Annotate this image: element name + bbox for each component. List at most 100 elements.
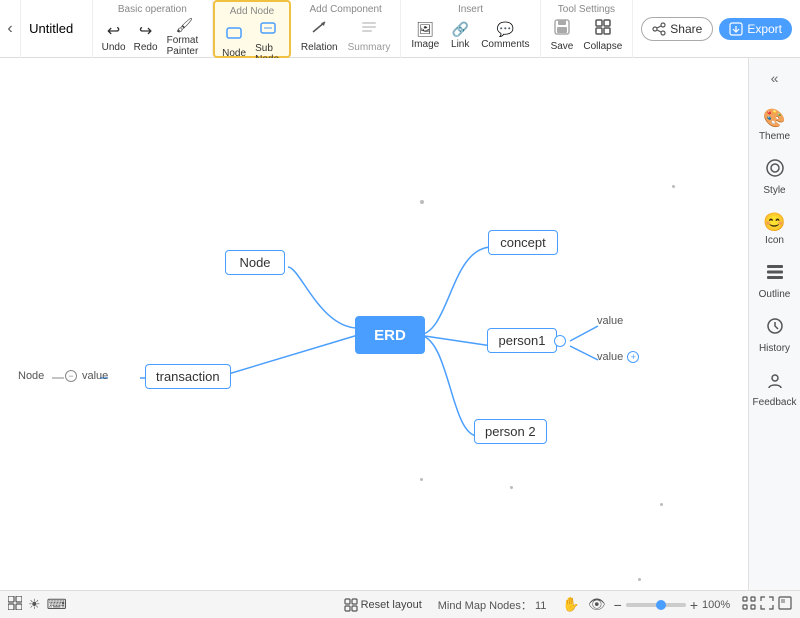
dot4 <box>510 486 513 489</box>
node1-node[interactable]: Node <box>225 250 285 275</box>
zoom-thumb <box>656 600 666 610</box>
image-button[interactable]: 🖼 Image <box>407 19 443 52</box>
eye-icon[interactable]: 👁 <box>588 596 606 613</box>
zoom-out-button[interactable]: − <box>614 597 622 613</box>
zoom-slider[interactable] <box>626 603 686 607</box>
reset-layout-label: Reset layout <box>361 599 422 611</box>
format-painter-button[interactable]: 🖌 Format Painter <box>163 15 207 59</box>
sidebar-item-style[interactable]: Style <box>753 152 797 202</box>
dot2 <box>672 185 675 188</box>
main-area: ERD concept Node person1 person 2 transa… <box>0 58 800 590</box>
add-component-group: Add Component Relation Summary <box>291 0 402 58</box>
node-small-label: Node <box>18 370 44 382</box>
sun-icon[interactable]: ☀ <box>28 596 41 613</box>
share-export-area: Share Export <box>633 17 800 41</box>
zoom-in-button[interactable]: + <box>690 597 698 613</box>
dot1 <box>420 200 424 204</box>
right-sidebar: « 🎨 Theme Style 😊 Icon Outline History <box>748 58 800 590</box>
value-small-label: value <box>82 370 108 382</box>
hand-icon[interactable]: ✋ <box>562 596 579 613</box>
summary-button[interactable]: Summary <box>344 16 395 55</box>
redo-icon: ↪ <box>139 21 152 41</box>
add-component-label: Add Component <box>310 4 382 15</box>
format-painter-label: Format Painter <box>167 35 203 57</box>
history-label: History <box>759 343 790 354</box>
document-title: Untitled <box>21 0 92 58</box>
dot3 <box>420 478 423 481</box>
image-icon: 🖼 <box>416 21 434 38</box>
transaction-label: transaction <box>156 369 220 384</box>
map-nodes-label: Mind Map Nodes： <box>438 600 532 612</box>
person2-node[interactable]: person 2 <box>474 419 547 444</box>
comments-icon: 💬 <box>497 21 514 38</box>
node-icon <box>225 24 243 47</box>
relation-button[interactable]: Relation <box>297 16 342 55</box>
transaction-node[interactable]: transaction <box>145 364 231 389</box>
share-icon <box>652 22 666 36</box>
node-button[interactable]: Node <box>219 22 249 61</box>
collapse-label: Collapse <box>583 41 622 52</box>
theme-icon: 🎨 <box>763 108 785 129</box>
node-count: 11 <box>535 600 546 612</box>
icon-sidebar-icon: 😊 <box>763 212 785 233</box>
reset-layout-icon <box>344 598 358 612</box>
collapse-icon <box>595 19 611 40</box>
redo-button[interactable]: ↪ Redo <box>131 19 161 55</box>
canvas[interactable]: ERD concept Node person1 person 2 transa… <box>0 58 748 590</box>
undo-button[interactable]: ↩ Undo <box>99 19 129 55</box>
value1-node: value <box>597 315 623 327</box>
summary-label: Summary <box>348 42 391 53</box>
keyboard-icon[interactable]: ⌨ <box>47 596 67 613</box>
basic-operation-group: Basic operation ↩ Undo ↪ Redo 🖌 Format P… <box>93 0 214 58</box>
insert-label: Insert <box>458 4 483 15</box>
zoom-level-label: 100% <box>702 599 734 611</box>
undo-label: Undo <box>102 42 126 53</box>
basic-operation-label: Basic operation <box>118 4 187 15</box>
sub-node-icon <box>259 19 277 42</box>
value2-node: value + <box>597 351 639 363</box>
link-icon: 🔗 <box>451 21 468 38</box>
sidebar-collapse-button[interactable]: « <box>759 66 791 90</box>
erd-node[interactable]: ERD <box>355 316 425 354</box>
history-icon <box>765 316 785 341</box>
person2-label: person 2 <box>485 424 536 439</box>
sidebar-item-theme[interactable]: 🎨 Theme <box>753 102 797 148</box>
sidebar-item-icon[interactable]: 😊 Icon <box>753 206 797 252</box>
save-label: Save <box>551 41 574 52</box>
fullscreen-button[interactable] <box>760 596 774 613</box>
concept-node[interactable]: concept <box>488 230 558 255</box>
bottom-left-icons: ☀ ⌨ <box>8 596 67 613</box>
grid-icon[interactable] <box>8 596 22 613</box>
comments-button[interactable]: 💬 Comments <box>477 19 533 52</box>
sidebar-item-feedback[interactable]: Feedback <box>753 364 797 414</box>
collapse-button[interactable]: Collapse <box>579 17 626 54</box>
minimap-button[interactable] <box>778 596 792 613</box>
sidebar-item-outline[interactable]: Outline <box>753 256 797 306</box>
entity-connector-right <box>554 335 566 347</box>
summary-icon <box>360 18 378 41</box>
outline-icon <box>765 262 785 287</box>
add-node-label: Add Node <box>230 6 274 17</box>
insert-group: Insert 🖼 Image 🔗 Link 💬 Comments <box>401 0 540 58</box>
save-icon <box>554 19 570 40</box>
view-buttons <box>742 596 792 613</box>
image-label: Image <box>411 39 439 50</box>
export-button[interactable]: Export <box>719 18 792 40</box>
concept-label: concept <box>500 235 546 250</box>
undo-icon: ↩ <box>107 21 120 41</box>
link-button[interactable]: 🔗 Link <box>445 19 475 52</box>
zoom-controls: − + 100% <box>614 597 734 613</box>
add-value-icon[interactable]: + <box>627 351 639 363</box>
fit-view-button[interactable] <box>742 596 756 613</box>
save-button[interactable]: Save <box>547 17 578 54</box>
back-button[interactable]: ‹ <box>0 0 21 58</box>
share-button[interactable]: Share <box>641 17 713 41</box>
reset-layout-button[interactable]: Reset layout <box>344 598 422 612</box>
format-painter-icon: 🖌 <box>175 17 193 34</box>
person1-node[interactable]: person1 <box>487 328 557 353</box>
feedback-icon <box>765 370 785 395</box>
feedback-label: Feedback <box>753 397 797 408</box>
outline-label: Outline <box>759 289 791 300</box>
sidebar-item-history[interactable]: History <box>753 310 797 360</box>
dot5 <box>660 503 663 506</box>
